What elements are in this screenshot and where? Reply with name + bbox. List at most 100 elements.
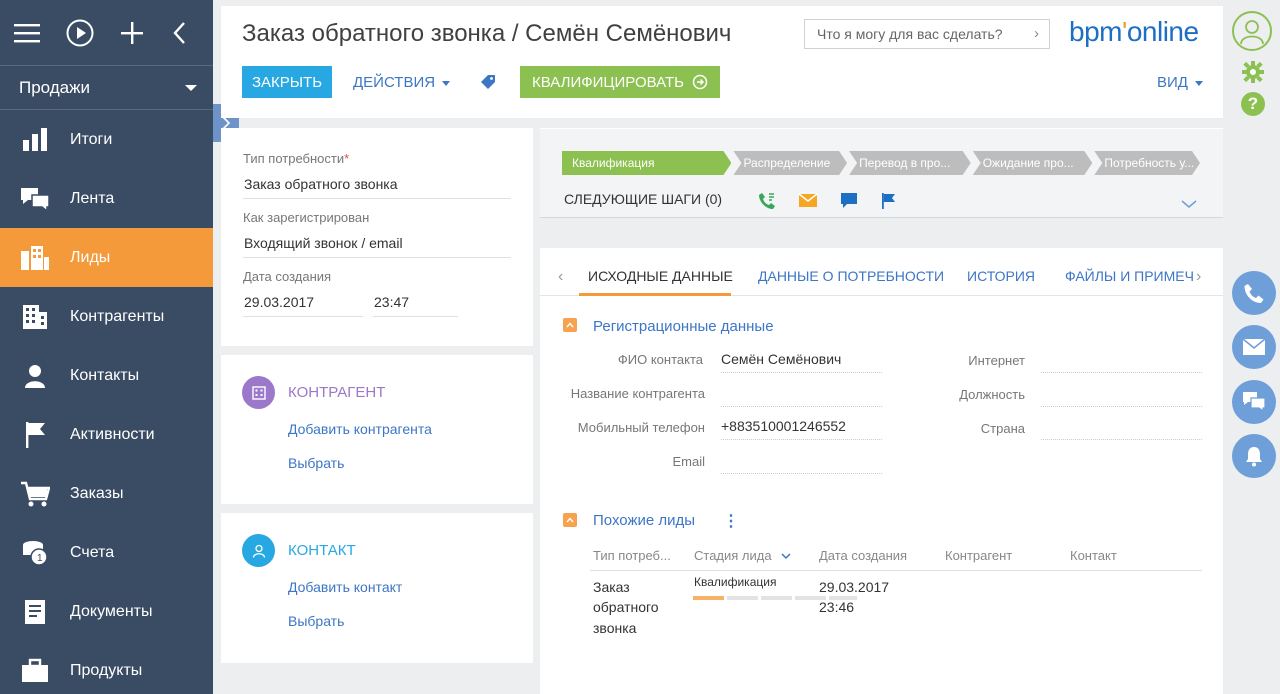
tab-scroll-right-icon[interactable]: › [1196,268,1201,286]
mobile-label: Мобильный телефон [577,420,705,435]
sidebar: Продажи Итоги Лента Лиды Контрагенты Кон… [0,0,213,694]
command-search-input[interactable]: Что я могу для вас сделать? › [804,19,1050,49]
tag-icon[interactable] [480,74,496,93]
building-icon [242,376,275,409]
stage-indicator [727,596,758,600]
tab-files[interactable]: ФАЙЛЫ И ПРИМЕЧ [1065,268,1195,284]
qualify-label: КВАЛИФИЦИРОВАТЬ [532,73,684,91]
sidebar-item-activities[interactable]: Активности [0,405,213,464]
gear-icon[interactable] [1241,60,1265,87]
column-header-type[interactable]: Тип потреб... [593,548,671,563]
flag-icon [20,421,50,449]
created-time-field[interactable]: 23:47 [374,294,409,310]
registration-group-title[interactable]: Регистрационные данные [593,318,774,335]
account-name-field[interactable] [721,406,882,407]
qualify-button[interactable]: КВАЛИФИЦИРОВАТЬ [520,66,720,98]
row-type-line: звонка [593,620,637,636]
person-icon [242,534,275,567]
chevron-down-icon [442,80,451,86]
notifications-button[interactable] [1232,434,1276,478]
email-field[interactable] [721,473,882,474]
select-counterparty-link[interactable]: Выбрать [288,455,344,471]
user-avatar[interactable] [1232,11,1272,51]
need-type-label: Тип потребности* [243,151,350,166]
add-counterparty-link[interactable]: Добавить контрагента [288,421,432,437]
call-button[interactable] [1232,271,1276,315]
sidebar-item-totals[interactable]: Итоги [0,110,213,169]
stage-need[interactable]: Потребность у... [1094,151,1200,175]
play-icon[interactable] [66,19,94,47]
sidebar-item-label: Лиды [70,248,111,266]
sidebar-item-invoices[interactable]: 1 Счета [0,523,213,582]
sidebar-item-label: Документы [70,602,153,620]
message-icon[interactable] [840,192,858,213]
column-header-contact[interactable]: Контакт [1070,548,1117,563]
more-options-icon[interactable]: ⋮ [723,511,739,531]
row-date: 29.03.2017 [819,579,890,595]
close-button[interactable]: ЗАКРЫТЬ [242,66,332,98]
divider [721,439,882,440]
column-header-date[interactable]: Дата создания [819,548,907,563]
tab-history[interactable]: ИСТОРИЯ [967,268,1035,284]
divider [590,570,1202,571]
flag-icon[interactable] [880,192,896,213]
page-title: Заказ обратного звонка / Семён Семёнович [242,20,732,47]
email-button[interactable] [1232,325,1276,369]
chat-button[interactable] [1232,380,1276,424]
stage-transfer[interactable]: Перевод в про... [849,151,971,175]
email-icon [1242,338,1266,355]
tab-initial-data[interactable]: ИСХОДНЫЕ ДАННЫЕ [588,268,733,284]
stage-panel: Квалификация Распределение Перевод в про… [540,128,1223,218]
similar-leads-title[interactable]: Похожие лиды [593,512,695,529]
chevron-down-icon [185,84,197,91]
sidebar-item-products[interactable]: Продукты [0,641,213,694]
help-icon[interactable]: ? [1241,92,1265,116]
sidebar-item-documents[interactable]: Документы [0,582,213,641]
counterparty-title: КОНТРАГЕНТ [288,384,386,401]
sidebar-item-accounts[interactable]: Контрагенты [0,287,213,346]
sidebar-item-orders[interactable]: Заказы [0,464,213,523]
select-contact-link[interactable]: Выбрать [288,613,344,629]
stage-distribution[interactable]: Распределение [733,151,847,175]
view-menu-button[interactable]: ВИД [1157,74,1203,91]
sidebar-item-contacts[interactable]: Контакты [0,346,213,405]
need-type-field[interactable]: Заказ обратного звонка [244,176,398,192]
sidebar-item-leads[interactable]: Лиды [0,228,213,287]
stage-waiting[interactable]: Ожидание про... [973,151,1093,175]
divider [243,198,511,199]
registered-field[interactable]: Входящий звонок / email [244,235,403,251]
created-date-field[interactable]: 29.03.2017 [244,294,314,310]
collapse-icon[interactable] [563,513,577,527]
actions-menu-button[interactable]: ДЕЙСТВИЯ [353,74,451,91]
row-time: 23:46 [819,599,855,615]
country-field[interactable] [1041,439,1202,440]
sidebar-topbar [0,0,213,66]
sidebar-item-label: Счета [70,543,115,561]
tab-scroll-left-icon[interactable]: ‹ [558,268,563,286]
collapse-icon[interactable] [563,318,577,332]
mobile-field[interactable]: +883510001246552 [721,418,846,434]
email-icon[interactable] [798,192,818,211]
internet-field[interactable] [1041,372,1202,373]
position-field[interactable] [1041,406,1202,407]
position-label: Должность [959,387,1025,402]
back-icon[interactable] [170,19,187,47]
chevron-down-icon[interactable] [1181,197,1197,212]
section-select[interactable]: Продажи [0,66,213,110]
contact-name-field[interactable]: Семён Семёнович [721,351,841,367]
cart-icon [20,480,50,508]
row-type-line: Заказ [593,579,630,595]
lead-info-card: Тип потребности* Заказ обратного звонка … [221,128,533,346]
document-icon [20,598,50,626]
add-contact-link[interactable]: Добавить контакт [288,579,402,595]
stage-qualification[interactable]: Квалификация [562,151,731,175]
column-header-stage[interactable]: Стадия лида [694,548,791,563]
stage-progress-bar: Квалификация Распределение Перевод в про… [562,151,1202,175]
plus-icon[interactable] [120,19,144,47]
tab-need-data[interactable]: ДАННЫЕ О ПОТРЕБНОСТИ [758,268,944,284]
phone-icon[interactable] [758,192,776,213]
sidebar-item-feed[interactable]: Лента [0,169,213,228]
column-header-account[interactable]: Контрагент [945,548,1012,563]
menu-icon[interactable] [14,19,40,47]
registered-label: Как зарегистрирован [243,210,370,225]
